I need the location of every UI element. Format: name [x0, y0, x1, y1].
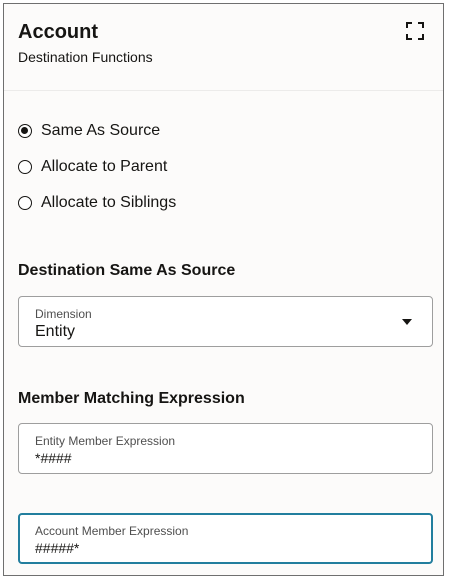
matching-section-title: Member Matching Expression: [18, 390, 245, 407]
expand-button[interactable]: [404, 20, 426, 42]
page-title: Account: [18, 21, 98, 43]
dimension-select[interactable]: Dimension Entity: [18, 296, 433, 347]
destination-function-radio-group: Same As Source Allocate to Parent Alloca…: [18, 122, 176, 230]
radio-label: Allocate to Parent: [41, 158, 168, 175]
expand-icon: [406, 22, 424, 40]
page-subtitle: Destination Functions: [18, 49, 153, 65]
radio-button[interactable]: [18, 160, 32, 174]
radio-button-checked[interactable]: [18, 124, 32, 138]
entity-expression-label: Entity Member Expression: [35, 434, 176, 448]
radio-allocate-to-siblings[interactable]: Allocate to Siblings: [18, 194, 176, 230]
radio-label: Allocate to Siblings: [41, 194, 177, 211]
panel-header: Account Destination Functions: [4, 4, 443, 91]
drawer-panel: Account Destination Functions Same As So…: [3, 3, 444, 576]
dimension-label: Dimension: [35, 307, 92, 321]
radio-allocate-to-parent[interactable]: Allocate to Parent: [18, 158, 176, 194]
account-expression-label: Account Member Expression: [35, 524, 189, 538]
entity-expression-input[interactable]: [35, 450, 395, 466]
destination-section-title: Destination Same As Source: [18, 262, 236, 279]
radio-label: Same As Source: [41, 122, 161, 139]
chevron-down-icon[interactable]: [402, 319, 412, 325]
account-expression-input[interactable]: [35, 540, 395, 556]
account-member-expression-field[interactable]: Account Member Expression: [18, 513, 433, 564]
entity-member-expression-field[interactable]: Entity Member Expression: [18, 423, 433, 474]
radio-same-as-source[interactable]: Same As Source: [18, 122, 176, 158]
dimension-value: Entity: [35, 323, 76, 340]
radio-button[interactable]: [18, 196, 32, 210]
